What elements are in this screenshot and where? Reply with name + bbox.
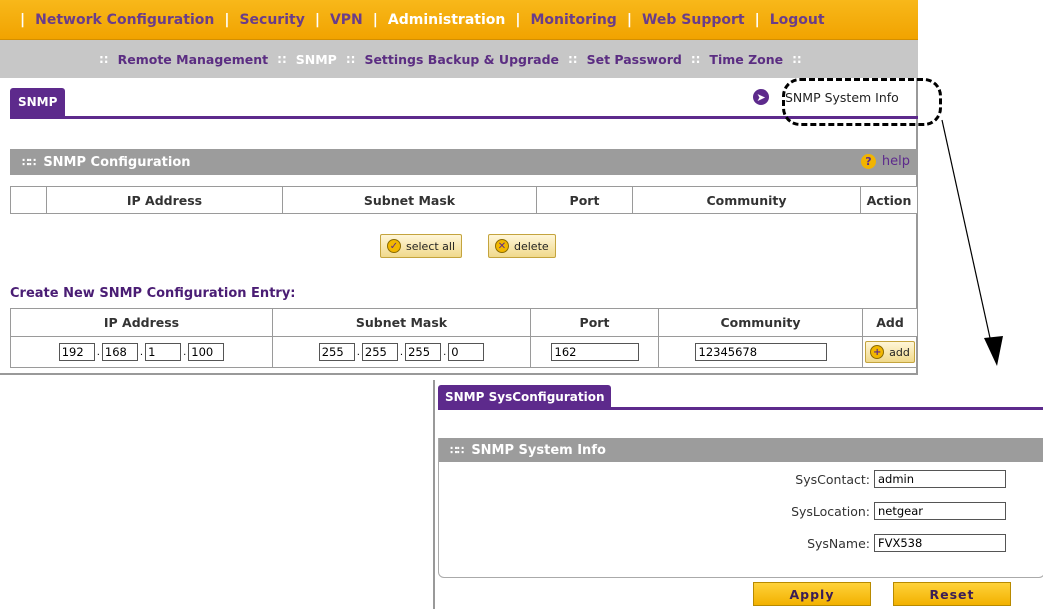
sys-location-input[interactable] <box>874 502 1006 520</box>
tab-snmp-sysconfiguration[interactable]: SNMP SysConfiguration <box>438 385 612 409</box>
sys-name-label: SysName: <box>807 535 870 551</box>
sys-name-input[interactable] <box>874 534 1006 552</box>
reset-button[interactable]: Reset <box>893 582 1011 606</box>
sys-contact-row: SysContact: <box>795 470 1006 488</box>
arrow-line <box>941 119 993 348</box>
snmp-sysconfiguration-panel: SNMP SysConfiguration ∷∷ SNMP System Inf… <box>433 380 1043 609</box>
sys-contact-input[interactable] <box>874 470 1006 488</box>
sys-location-label: SysLocation: <box>791 503 870 519</box>
sys-name-row: SysName: <box>807 534 1006 552</box>
arrow-head <box>984 336 1003 366</box>
sys-location-row: SysLocation: <box>791 502 1006 520</box>
system-info-box: SysContact: SysLocation: SysName: <box>438 438 1043 578</box>
sys-contact-label: SysContact: <box>795 471 870 487</box>
tab-underline <box>438 407 1043 410</box>
apply-button[interactable]: Apply <box>753 582 871 606</box>
